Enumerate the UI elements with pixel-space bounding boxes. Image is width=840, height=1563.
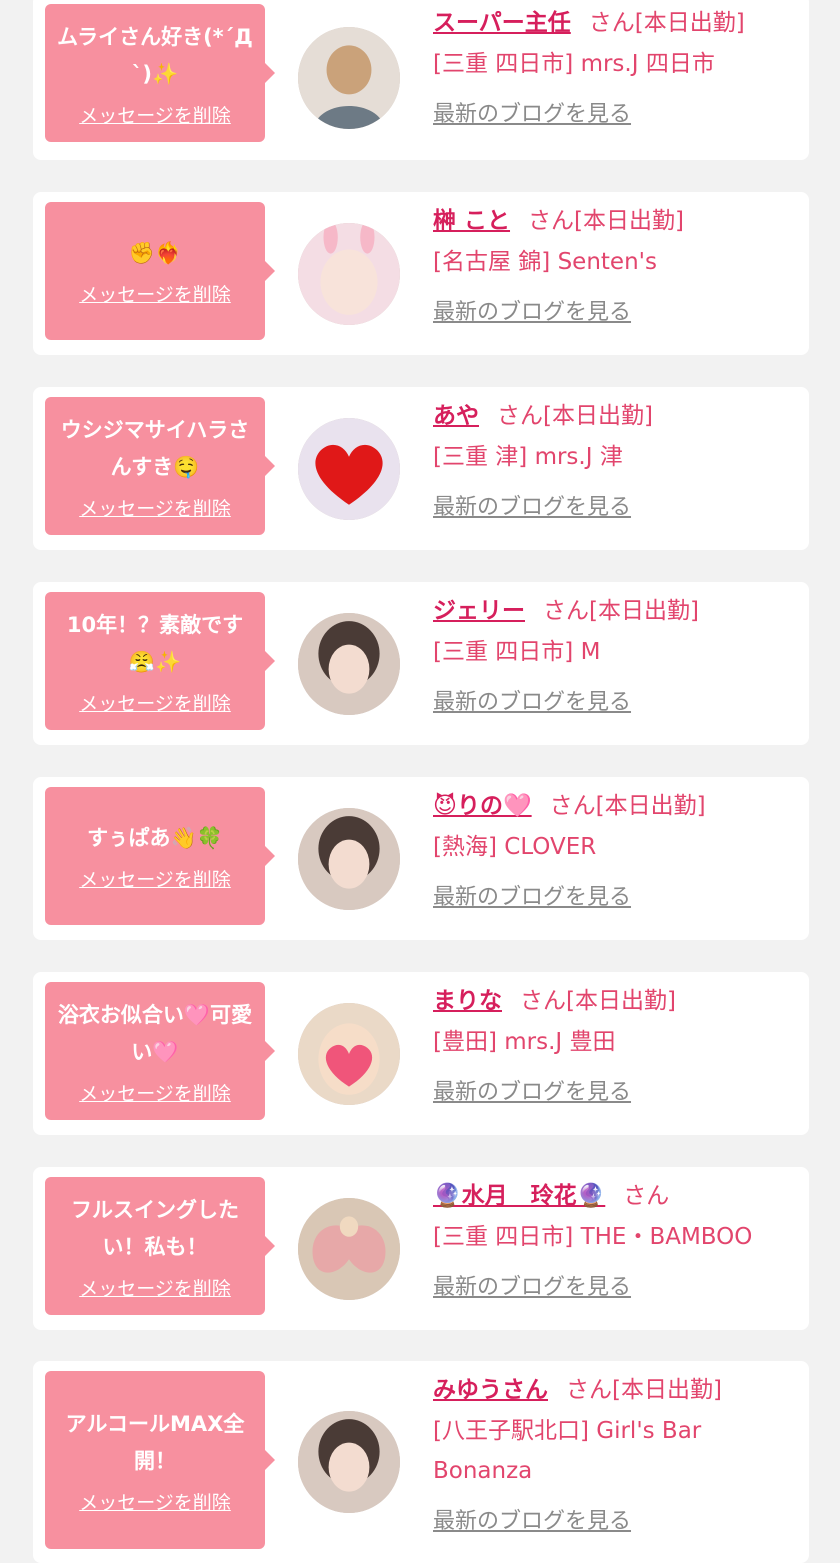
- profile-name-link[interactable]: 榊 こと: [433, 208, 510, 234]
- profile-info: 榊 こと さん[本日出勤] [名古屋 錦] Senten's 最新のブログを見る: [433, 200, 799, 326]
- shop-name: [豊田] mrs.J 豊田: [433, 1029, 616, 1055]
- avatar-photo-girl: [298, 1411, 400, 1513]
- avatar[interactable]: [298, 223, 400, 325]
- message-card: 浴衣お似合い🩷可愛い🩷 メッセージを削除 まりな さん[本日出勤] [豊田] mrs.J…: [33, 972, 809, 1135]
- profile-info: スーパー主任 さん[本日出勤] [三重 四日市] mrs.J 四日市最新のブログを見…: [433, 2, 799, 128]
- delete-message-link[interactable]: メッセージを削除: [79, 865, 231, 892]
- name-line: ジェリー さん[本日出勤]: [433, 590, 799, 632]
- name-suffix: さん[本日出勤]: [520, 988, 676, 1014]
- profile-info: ジェリー さん[本日出勤] [三重 四日市] M 最新のブログを見る: [433, 590, 799, 716]
- name-line: まりな さん[本日出勤]: [433, 980, 799, 1022]
- profile-info: あや さん[本日出勤] [三重 津] mrs.J 津最新のブログを見る: [433, 395, 799, 521]
- name-suffix: さん[本日出勤]: [549, 793, 706, 819]
- avatar[interactable]: [298, 1411, 400, 1513]
- name-line: あや さん[本日出勤]: [433, 395, 799, 437]
- shop-name: [熱海] CLOVER: [433, 834, 597, 860]
- profile-name-link[interactable]: 😈りの🩷: [433, 793, 532, 819]
- latest-blog-link[interactable]: 最新のブログを見る: [433, 489, 631, 521]
- avatar[interactable]: [298, 808, 400, 910]
- avatar[interactable]: [298, 27, 400, 129]
- message-card: アルコールMAX全開！ メッセージを削除 みゆうさん さん[本日出勤] [八王子駅北口]…: [33, 1361, 809, 1563]
- shop-name: [三重 津] mrs.J 津: [433, 444, 623, 470]
- name-line: 😈りの🩷 さん[本日出勤]: [433, 785, 799, 827]
- name-line: スーパー主任 さん[本日出勤]: [433, 2, 799, 44]
- message-card: すぅぱあ👋🍀 メッセージを削除 😈りの🩷 さん[本日出勤] [熱海] CLOVER 最新の…: [33, 777, 809, 940]
- profile-name-link[interactable]: 🔮水月 玲花🔮: [433, 1183, 605, 1209]
- message-text: フルスイングしたい！私も！: [71, 1197, 239, 1259]
- message-text: 浴衣お似合い🩷可愛い🩷: [57, 1002, 253, 1064]
- profile-name-link[interactable]: あや: [433, 403, 479, 429]
- latest-blog-link[interactable]: 最新のブログを見る: [433, 684, 631, 716]
- message-text: ✊❤️‍🔥: [128, 241, 182, 265]
- shop-name: [三重 四日市] mrs.J 四日市: [433, 51, 715, 77]
- profile-info: 😈りの🩷 さん[本日出勤] [熱海] CLOVER 最新のブログを見る: [433, 785, 799, 911]
- avatar[interactable]: [298, 1198, 400, 1300]
- shop-name: [三重 四日市] THE・BAMBOO: [433, 1224, 753, 1250]
- shop-name: [三重 四日市] M: [433, 639, 601, 665]
- avatar-photo-man: [298, 27, 400, 129]
- message-text: ムライさん好き(*´Д`)✨: [57, 24, 253, 86]
- delete-message-link[interactable]: メッセージを削除: [79, 689, 231, 716]
- name-line: みゆうさん さん[本日出勤]: [433, 1369, 799, 1411]
- message-text: ウシジマサイハラさんすき🤤: [60, 417, 250, 479]
- delete-message-link[interactable]: メッセージを削除: [79, 101, 231, 128]
- latest-blog-link[interactable]: 最新のブログを見る: [433, 1503, 631, 1535]
- name-line: 🔮水月 玲花🔮 さん: [433, 1175, 799, 1217]
- name-suffix: さん[本日出勤]: [543, 598, 699, 624]
- message-bubble: ウシジマサイハラさんすき🤤 メッセージを削除: [45, 397, 275, 535]
- latest-blog-link[interactable]: 最新のブログを見る: [433, 1269, 631, 1301]
- avatar-photo-girl: [298, 808, 400, 910]
- message-bubble: ✊❤️‍🔥 メッセージを削除: [45, 202, 275, 340]
- message-card: ムライさん好き(*´Д`)✨ メッセージを削除 スーパー主任 さん[本日出勤] [三重 …: [33, 0, 809, 160]
- name-suffix: さん: [623, 1183, 670, 1209]
- latest-blog-link[interactable]: 最新のブログを見る: [433, 1074, 631, 1106]
- message-bubble: 浴衣お似合い🩷可愛い🩷 メッセージを削除: [45, 982, 275, 1120]
- message-bubble: フルスイングしたい！私も！ メッセージを削除: [45, 1177, 275, 1315]
- message-text: アルコールMAX全開！: [65, 1411, 245, 1473]
- avatar-photo-heart-face: [298, 1003, 400, 1105]
- avatar[interactable]: [298, 613, 400, 715]
- name-suffix: さん[本日出勤]: [528, 208, 684, 234]
- delete-message-link[interactable]: メッセージを削除: [79, 1488, 231, 1515]
- name-line: 榊 こと さん[本日出勤]: [433, 200, 799, 242]
- delete-message-link[interactable]: メッセージを削除: [79, 1274, 231, 1301]
- avatar-photo-wings: [298, 1198, 400, 1300]
- avatar-photo-bunny: [298, 223, 400, 325]
- avatar[interactable]: [298, 418, 400, 520]
- name-suffix: さん[本日出勤]: [588, 10, 745, 36]
- latest-blog-link[interactable]: 最新のブログを見る: [433, 96, 631, 128]
- message-card: フルスイングしたい！私も！ メッセージを削除 🔮水月 玲花🔮 さん [三重 四日市] T…: [33, 1167, 809, 1330]
- message-bubble: すぅぱあ👋🍀 メッセージを削除: [45, 787, 275, 925]
- message-bubble: ムライさん好き(*´Д`)✨ メッセージを削除: [45, 4, 275, 142]
- profile-name-link[interactable]: みゆうさん: [433, 1377, 548, 1403]
- avatar-photo-heart: [298, 418, 400, 520]
- message-card: 10年！？素敵です😤✨ メッセージを削除 ジェリー さん[本日出勤] [三重 四日市] …: [33, 582, 809, 745]
- name-suffix: さん[本日出勤]: [497, 403, 653, 429]
- latest-blog-link[interactable]: 最新のブログを見る: [433, 879, 631, 911]
- message-text: 10年！？素敵です😤✨: [66, 612, 244, 674]
- profile-name-link[interactable]: スーパー主任: [433, 10, 571, 36]
- message-list: ムライさん好き(*´Д`)✨ メッセージを削除 スーパー主任 さん[本日出勤] [三重 …: [0, 0, 840, 1563]
- message-bubble: 10年！？素敵です😤✨ メッセージを削除: [45, 592, 275, 730]
- profile-name-link[interactable]: ジェリー: [433, 598, 525, 624]
- profile-info: みゆうさん さん[本日出勤] [八王子駅北口] Girl's Bar Bonanza…: [433, 1369, 799, 1535]
- delete-message-link[interactable]: メッセージを削除: [79, 494, 231, 521]
- delete-message-link[interactable]: メッセージを削除: [79, 280, 231, 307]
- avatar[interactable]: [298, 1003, 400, 1105]
- profile-info: 🔮水月 玲花🔮 さん [三重 四日市] THE・BAMBOO 最新のブログを見る: [433, 1175, 799, 1301]
- latest-blog-link[interactable]: 最新のブログを見る: [433, 294, 631, 326]
- shop-name: [八王子駅北口] Girl's Bar Bonanza: [433, 1418, 702, 1484]
- message-card: ✊❤️‍🔥 メッセージを削除 榊 こと さん[本日出勤] [名古屋 錦] Senten'…: [33, 192, 809, 355]
- shop-name: [名古屋 錦] Senten's: [433, 249, 657, 275]
- message-card: ウシジマサイハラさんすき🤤 メッセージを削除 あや さん[本日出勤] [三重 津] mr…: [33, 387, 809, 550]
- delete-message-link[interactable]: メッセージを削除: [79, 1079, 231, 1106]
- name-suffix: さん[本日出勤]: [566, 1377, 722, 1403]
- avatar-photo-girl: [298, 613, 400, 715]
- profile-name-link[interactable]: まりな: [433, 988, 502, 1014]
- profile-info: まりな さん[本日出勤] [豊田] mrs.J 豊田最新のブログを見る: [433, 980, 799, 1106]
- message-text: すぅぱあ👋🍀: [87, 826, 223, 850]
- message-bubble: アルコールMAX全開！ メッセージを削除: [45, 1371, 275, 1549]
